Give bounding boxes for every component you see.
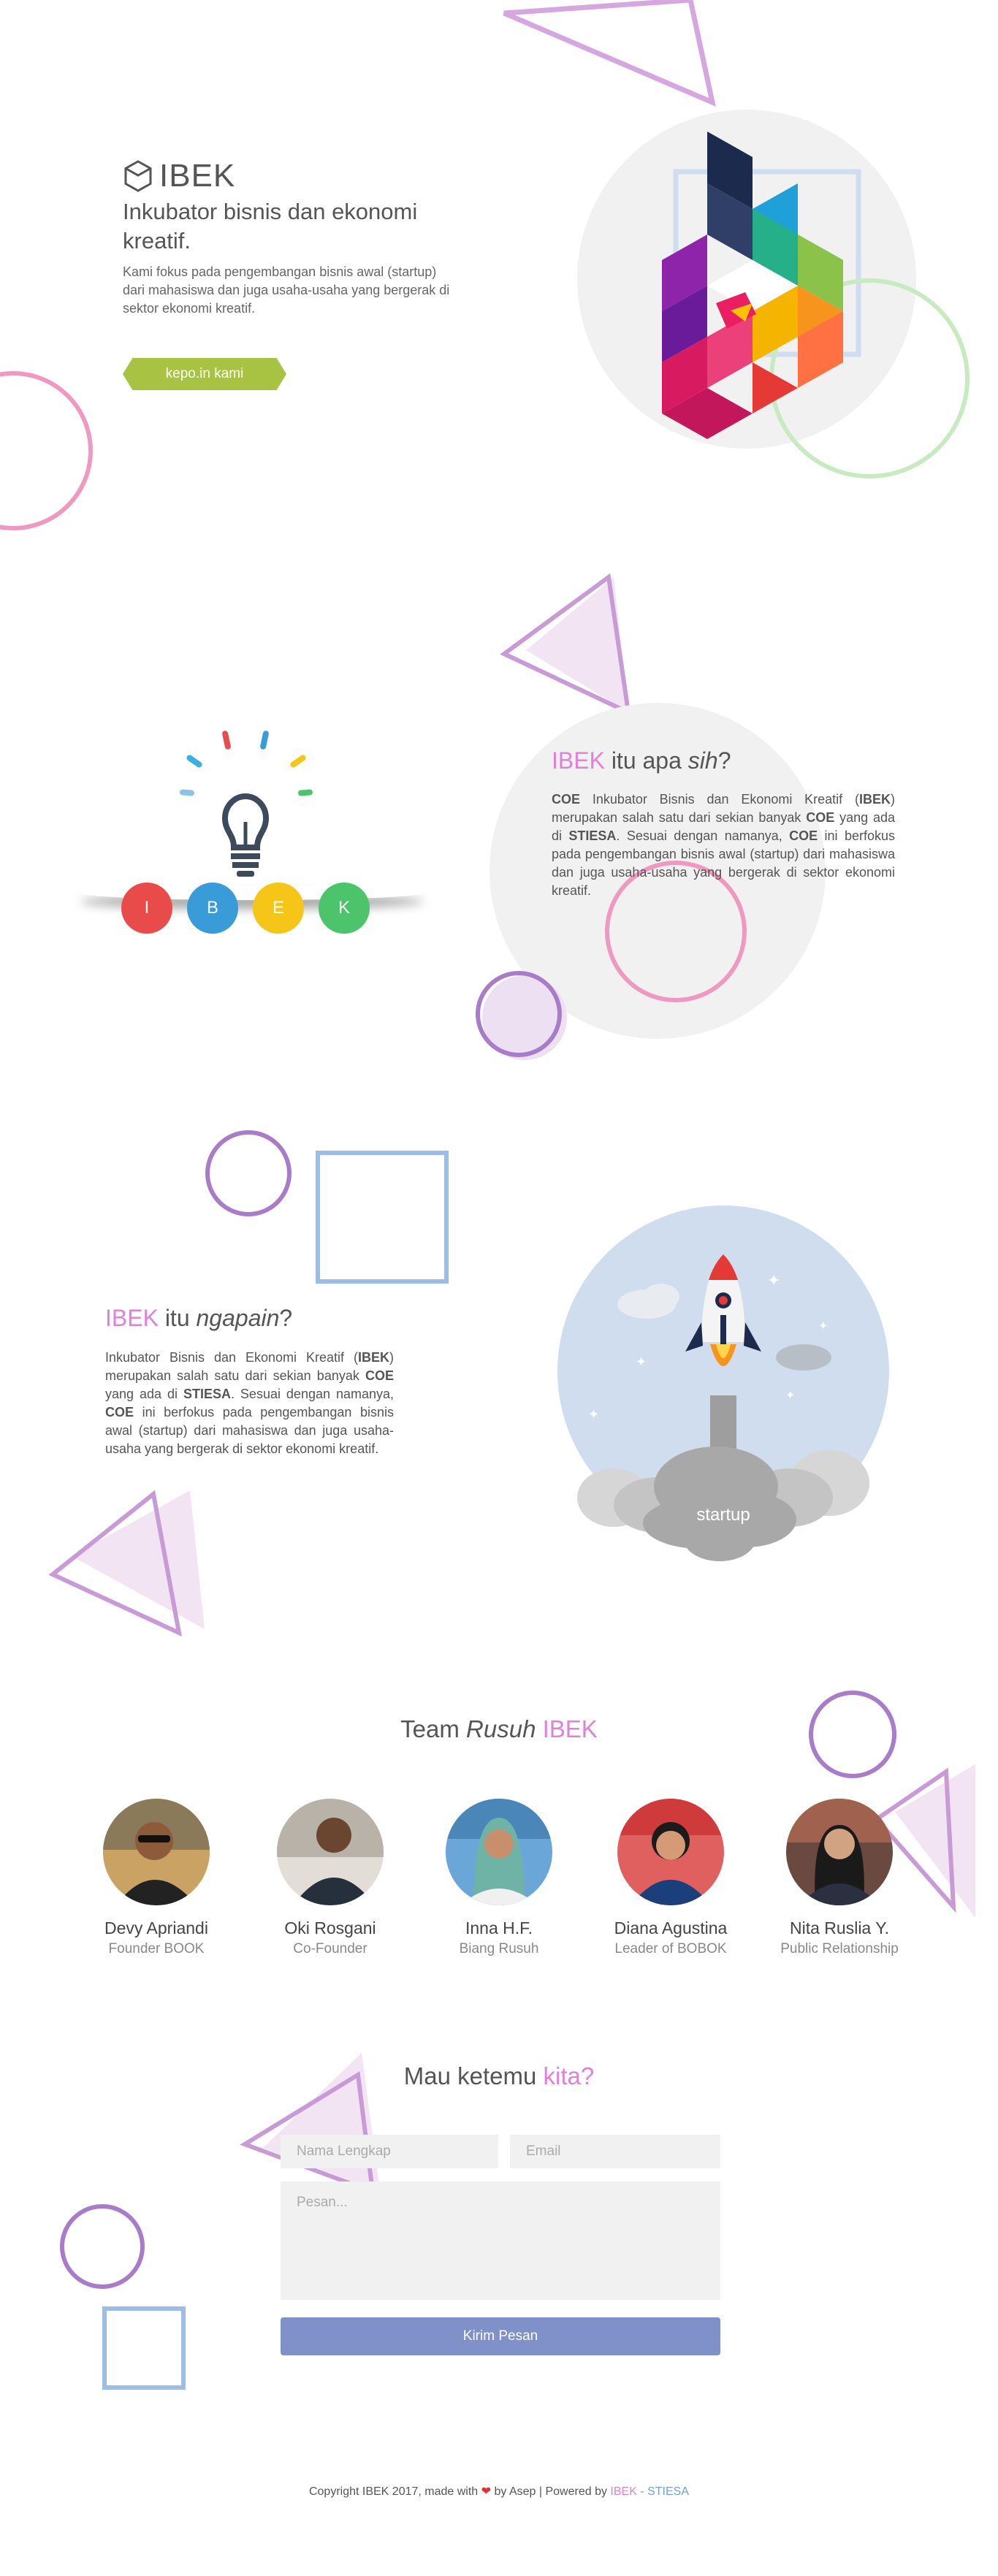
contact-heading-start: Mau ketemu [403, 2062, 544, 2089]
contact-heading-accent: kita? [543, 2062, 595, 2089]
footer-link-ibek[interactable]: IBEK [610, 2485, 636, 2498]
svg-text:✦: ✦ [767, 1271, 780, 1289]
startup-label: startup [696, 1505, 750, 1525]
what-heading-end: ? [279, 1305, 293, 1331]
member-name: Inna H.F. [465, 1918, 533, 1937]
avatar [786, 1799, 893, 1905]
member-name: Diana Agustina [614, 1918, 728, 1937]
lightbulb-icon [180, 731, 313, 877]
team-member: Oki Rosgani Co-Founder [239, 1799, 422, 1957]
about-heading-italic: sih [687, 747, 718, 774]
about-text-part: . Sesuai dengan namanya, [616, 828, 790, 843]
member-name: Nita Ruslia Y. [790, 1918, 889, 1937]
name-input[interactable] [281, 2135, 498, 2168]
about-heading: IBEK itu apa sih? [552, 747, 731, 774]
what-text-part: . Sesuai dengan namanya, [230, 1387, 394, 1401]
team-member: Diana Agustina Leader of BOBOK [579, 1799, 762, 1957]
message-textarea[interactable] [281, 2181, 720, 2300]
deco-triangle-s3-fill [72, 1490, 205, 1629]
avatar [446, 1799, 552, 1905]
member-role: Biang Rusuh [459, 1941, 539, 1956]
contact-heading: Mau ketemu kita? [0, 2062, 998, 2090]
what-heading: IBEK itu ngapain? [105, 1305, 292, 1332]
hero-title: Inkubator bisnis dan ekonomi kreatif. [123, 199, 418, 254]
letter-circle-b: B [187, 883, 238, 934]
footer-text: by Asep | Powered by [491, 2485, 611, 2498]
send-message-button[interactable]: Kirim Pesan [281, 2317, 720, 2355]
about-heading-accent: IBEK [552, 747, 605, 774]
avatar [277, 1799, 384, 1905]
letter-circle-e: E [253, 883, 304, 934]
about-text-coe: COE [789, 828, 818, 843]
deco-circle-purple-s3 [205, 1130, 292, 1216]
team-heading-italic: Rusuh [466, 1715, 536, 1742]
svg-text:✦: ✦ [588, 1407, 599, 1422]
letter-circle-i: I [121, 883, 172, 934]
footer-link-stiesa[interactable]: STIESA [647, 2485, 689, 2498]
about-text-part: Inkubator Bisnis dan Ekonomi Kreatif ( [580, 792, 859, 807]
team-member: Inna H.F. Biang Rusuh [408, 1799, 590, 1957]
member-role: Co-Founder [293, 1941, 367, 1956]
member-role: Founder BOOK [108, 1941, 205, 1956]
what-text-part: yang ada di [105, 1387, 183, 1401]
what-text-coe: COE [105, 1405, 134, 1420]
deco-circle-purple-contact [60, 2204, 145, 2289]
team-member: Nita Ruslia Y. Public Relationship [748, 1799, 931, 1957]
member-role: Leader of BOBOK [614, 1941, 727, 1956]
footer-separator: - [636, 2485, 648, 2498]
what-heading-accent: IBEK [105, 1305, 159, 1331]
letter-circle-k: K [319, 883, 370, 934]
what-text-part: ini berfokus pada pengembangan bisnis aw… [105, 1405, 394, 1456]
svg-text:✦: ✦ [818, 1320, 828, 1333]
member-role: Public Relationship [780, 1941, 899, 1956]
what-text-coe: COE [365, 1368, 394, 1383]
about-text-coe: COE [806, 810, 835, 825]
about-heading-mid: itu apa [604, 747, 688, 774]
team-heading-start: Team [400, 1715, 467, 1742]
svg-text:✦: ✦ [636, 1354, 647, 1369]
about-text: COE Inkubator Bisnis dan Ekonomi Kreatif… [552, 790, 895, 900]
member-name: Oki Rosgani [284, 1918, 376, 1937]
hexagon-logo-icon [124, 160, 152, 192]
deco-circle-pink-left [0, 371, 93, 530]
kepo-in-kami-button[interactable]: kepo.in kami [123, 358, 286, 390]
what-heading-mid: itu [158, 1305, 197, 1331]
brand-name: IBEK [159, 158, 236, 194]
brand-logo: IBEK [123, 158, 235, 194]
team-heading: Team Rusuh IBEK [0, 1715, 998, 1743]
deco-square-blue-s3 [316, 1151, 449, 1284]
what-text-stiesa: STIESA [183, 1387, 231, 1401]
team-member: Devy Apriandi Founder BOOK [65, 1799, 248, 1957]
about-text-ibek: IBEK [858, 792, 891, 807]
what-heading-italic: ngapain [196, 1305, 280, 1331]
deco-square-blue-contact [102, 2306, 186, 2390]
avatar [617, 1799, 724, 1905]
hero-description: Kami fokus pada pengembangan bisnis awal… [123, 264, 450, 316]
footer: Copyright IBEK 2017, made with ❤ by Asep… [0, 2484, 998, 2499]
about-heading-end: ? [717, 747, 731, 774]
what-text: Inkubator Bisnis dan Ekonomi Kreatif (IB… [105, 1349, 394, 1458]
avatar [103, 1799, 210, 1905]
what-text-part: Inkubator Bisnis dan Ekonomi Kreatif ( [105, 1350, 358, 1365]
footer-text: Copyright IBEK 2017, made with [308, 2485, 481, 2498]
about-text-stiesa: STIESA [568, 828, 617, 843]
deco-triangle-top [503, 0, 716, 107]
about-text-coe: COE [552, 792, 581, 807]
member-name: Devy Apriandi [104, 1918, 208, 1937]
svg-text:✦: ✦ [785, 1390, 795, 1402]
team-heading-accent: IBEK [536, 1715, 598, 1742]
what-text-ibek: IBEK [357, 1350, 389, 1365]
email-input[interactable] [510, 2135, 720, 2168]
heart-icon: ❤ [481, 2485, 492, 2498]
